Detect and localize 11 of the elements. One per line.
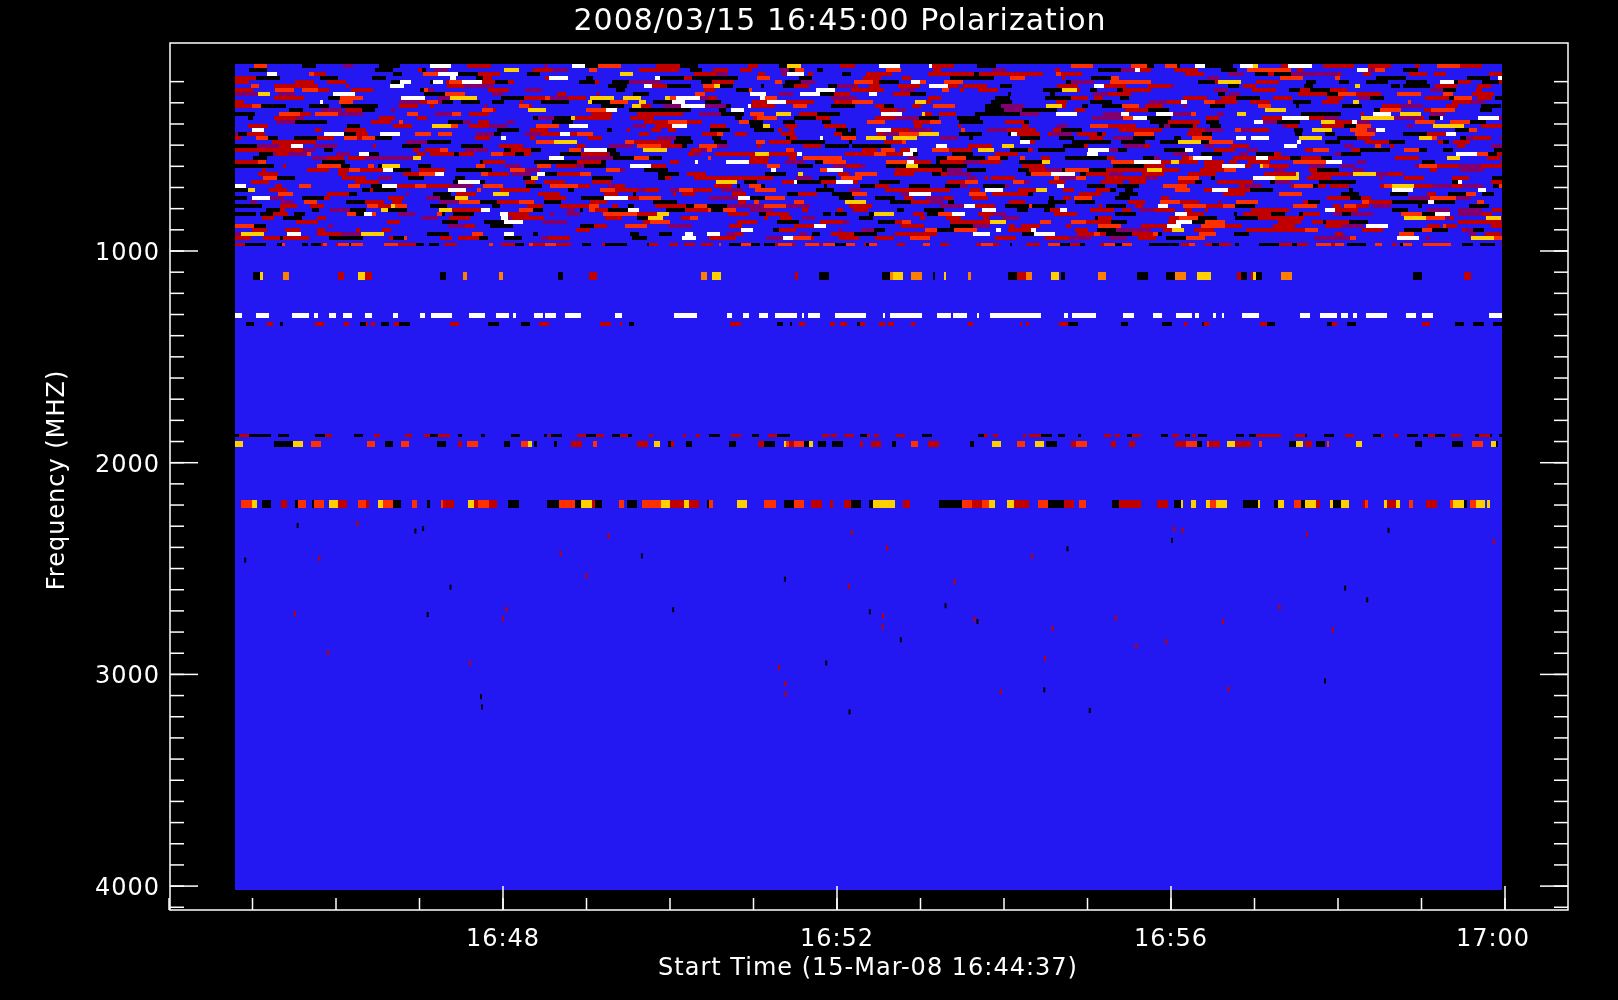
- y-tick-label: 1000: [94, 238, 160, 266]
- chart-title: 2008/03/15 16:45:00 Polarization: [573, 2, 1107, 37]
- x-tick-label: 16:52: [799, 924, 875, 952]
- y-axis-label: Frequency (MHZ): [42, 369, 70, 591]
- x-tick-label: 16:48: [465, 924, 541, 952]
- x-tick-label: 16:56: [1133, 924, 1209, 952]
- y-tick-label: 2000: [94, 449, 160, 478]
- x-axis-label: Start Time (15-Mar-08 16:44:37): [658, 953, 1078, 981]
- y-tick-label: 3000: [94, 661, 160, 690]
- x-tick-label: 17:00: [1455, 924, 1531, 952]
- y-tick-label: 4000: [94, 873, 160, 902]
